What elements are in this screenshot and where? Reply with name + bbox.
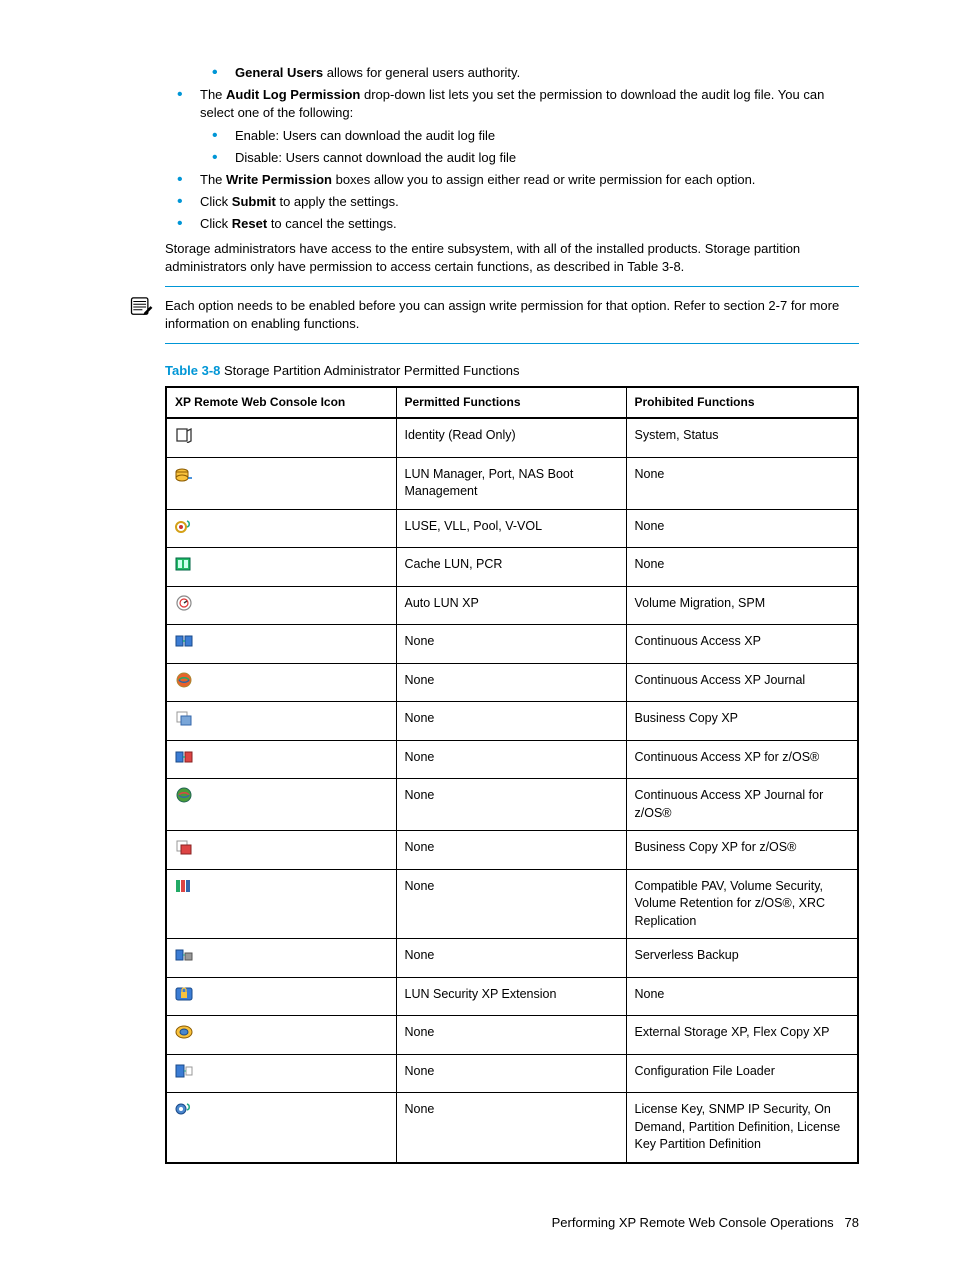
table-row: NoneContinuous Access XP Journal for z/O… — [166, 779, 858, 831]
permitted-cell: None — [396, 663, 626, 702]
footer-title: Performing XP Remote Web Console Operati… — [552, 1215, 834, 1230]
table-row: NoneContinuous Access XP Journal — [166, 663, 858, 702]
note-block: Each option needs to be enabled before y… — [130, 297, 859, 333]
prohibited-cell: External Storage XP, Flex Copy XP — [626, 1016, 858, 1055]
permitted-cell: LUN Manager, Port, NAS Boot Management — [396, 457, 626, 509]
ca-zos-icon — [166, 740, 396, 779]
table-row: NoneBusiness Copy XP for z/OS® — [166, 831, 858, 870]
prohibited-cell: None — [626, 457, 858, 509]
table-row: NoneContinuous Access XP for z/OS® — [166, 740, 858, 779]
prohibited-cell: None — [626, 548, 858, 587]
config-loader-icon — [166, 1054, 396, 1093]
permitted-cell: Identity (Read Only) — [396, 418, 626, 457]
top-list: General Users allows for general users a… — [200, 64, 859, 82]
permitted-cell: LUSE, VLL, Pool, V-VOL — [396, 509, 626, 548]
page-content: General Users allows for general users a… — [165, 64, 859, 1164]
permitted-cell: Auto LUN XP — [396, 586, 626, 625]
prohibited-cell: Continuous Access XP for z/OS® — [626, 740, 858, 779]
permitted-cell: None — [396, 740, 626, 779]
prohibited-cell: Business Copy XP — [626, 702, 858, 741]
table-row: LUN Manager, Port, NAS Boot ManagementNo… — [166, 457, 858, 509]
permitted-cell: None — [396, 625, 626, 664]
footer-page: 78 — [845, 1215, 859, 1230]
ca-journal-icon — [166, 663, 396, 702]
permitted-cell: None — [396, 939, 626, 978]
table-row: NoneServerless Backup — [166, 939, 858, 978]
divider-top — [165, 286, 859, 287]
external-storage-icon — [166, 1016, 396, 1055]
bullet-submit: Click Submit to apply the settings. — [165, 193, 859, 211]
permitted-cell: None — [396, 1054, 626, 1093]
prohibited-cell: Configuration File Loader — [626, 1054, 858, 1093]
permitted-cell: None — [396, 869, 626, 939]
table-row: NoneContinuous Access XP — [166, 625, 858, 664]
prohibited-cell: Serverless Backup — [626, 939, 858, 978]
table-row: Auto LUN XPVolume Migration, SPM — [166, 586, 858, 625]
table-caption-text: Storage Partition Administrator Permitte… — [220, 363, 519, 378]
header-permitted: Permitted Functions — [396, 387, 626, 418]
license-key-icon — [166, 1093, 396, 1163]
bullet-write: The Write Permission boxes allow you to … — [165, 171, 859, 189]
table-row: LUN Security XP ExtensionNone — [166, 977, 858, 1016]
lun-security-icon — [166, 977, 396, 1016]
bold-general-users: General Users — [235, 65, 323, 80]
bullet-audit-enable: Enable: Users can download the audit log… — [200, 127, 859, 145]
luse-icon — [166, 509, 396, 548]
para-admins: Storage administrators have access to th… — [165, 240, 859, 276]
prohibited-cell: Continuous Access XP Journal for z/OS® — [626, 779, 858, 831]
serverless-icon — [166, 939, 396, 978]
table-row: NoneBusiness Copy XP — [166, 702, 858, 741]
main-list: The Audit Log Permission drop-down list … — [165, 86, 859, 233]
prohibited-cell: Continuous Access XP — [626, 625, 858, 664]
bullet-audit-disable: Disable: Users cannot download the audit… — [200, 149, 859, 167]
bullet-reset: Click Reset to cancel the settings. — [165, 215, 859, 233]
prohibited-cell: None — [626, 977, 858, 1016]
bc-xp-icon — [166, 702, 396, 741]
permitted-cell: None — [396, 1093, 626, 1163]
bullet-audit: The Audit Log Permission drop-down list … — [165, 86, 859, 167]
permitted-cell: None — [396, 702, 626, 741]
header-prohibited: Prohibited Functions — [626, 387, 858, 418]
ca-xp-icon — [166, 625, 396, 664]
bullet-general-users: General Users allows for general users a… — [200, 64, 859, 82]
prohibited-cell: Continuous Access XP Journal — [626, 663, 858, 702]
bc-zos-icon — [166, 831, 396, 870]
permitted-cell: Cache LUN, PCR — [396, 548, 626, 587]
cache-lun-icon — [166, 548, 396, 587]
table-row: NoneCompatible PAV, Volume Security, Vol… — [166, 869, 858, 939]
desc-general-users: allows for general users authority. — [323, 65, 520, 80]
table-caption: Table 3-8 Storage Partition Administrato… — [165, 362, 859, 380]
table-row: NoneLicense Key, SNMP IP Security, On De… — [166, 1093, 858, 1163]
permitted-cell: None — [396, 779, 626, 831]
identity-icon — [166, 418, 396, 457]
divider-bottom — [165, 343, 859, 344]
table-row: LUSE, VLL, Pool, V-VOLNone — [166, 509, 858, 548]
table-row: Cache LUN, PCRNone — [166, 548, 858, 587]
prohibited-cell: None — [626, 509, 858, 548]
note-icon — [130, 297, 153, 322]
note-text: Each option needs to be enabled before y… — [165, 297, 859, 333]
pav-icon — [166, 869, 396, 939]
auto-lun-icon — [166, 586, 396, 625]
lun-manager-icon — [166, 457, 396, 509]
table-row: NoneExternal Storage XP, Flex Copy XP — [166, 1016, 858, 1055]
ca-journal-zos-icon — [166, 779, 396, 831]
permitted-cell: None — [396, 1016, 626, 1055]
table-label: Table 3-8 — [165, 363, 220, 378]
table-row: Identity (Read Only)System, Status — [166, 418, 858, 457]
prohibited-cell: Business Copy XP for z/OS® — [626, 831, 858, 870]
prohibited-cell: Compatible PAV, Volume Security, Volume … — [626, 869, 858, 939]
prohibited-cell: Volume Migration, SPM — [626, 586, 858, 625]
prohibited-cell: License Key, SNMP IP Security, On Demand… — [626, 1093, 858, 1163]
permitted-cell: LUN Security XP Extension — [396, 977, 626, 1016]
header-icon: XP Remote Web Console Icon — [166, 387, 396, 418]
table-row: NoneConfiguration File Loader — [166, 1054, 858, 1093]
page-footer: Performing XP Remote Web Console Operati… — [130, 1214, 859, 1232]
prohibited-cell: System, Status — [626, 418, 858, 457]
table-header-row: XP Remote Web Console Icon Permitted Fun… — [166, 387, 858, 418]
permitted-cell: None — [396, 831, 626, 870]
functions-table: XP Remote Web Console Icon Permitted Fun… — [165, 386, 859, 1163]
